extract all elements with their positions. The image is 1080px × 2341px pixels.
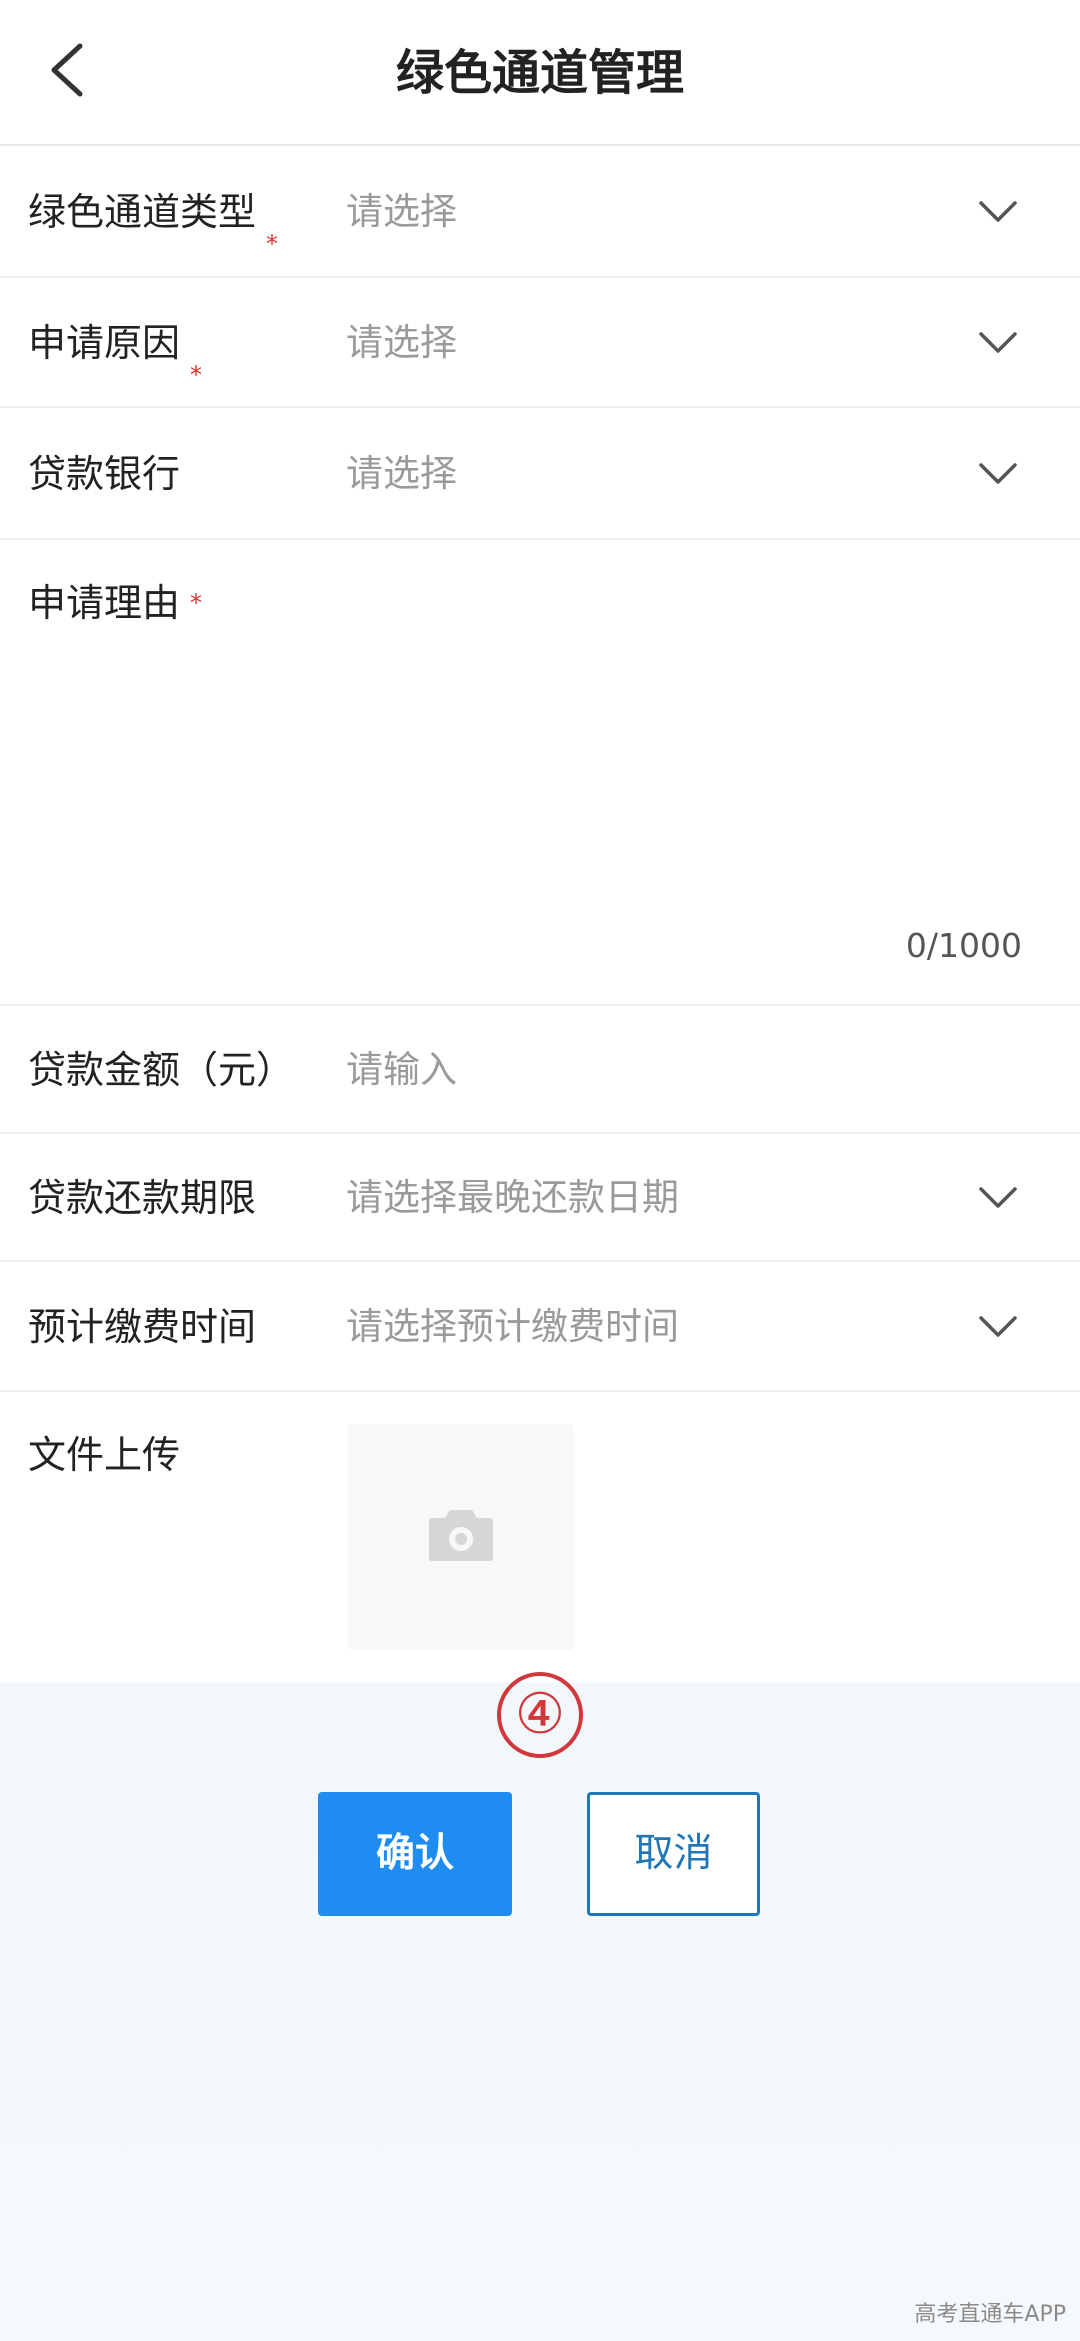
chevron-down-icon bbox=[979, 1316, 1017, 1337]
loan-amount-label: 贷款金额（元） bbox=[28, 1048, 295, 1092]
loan-bank-select[interactable]: 贷款银行 请选择 bbox=[0, 408, 1080, 540]
green-channel-type-select[interactable]: 绿色通道类型* 请选择 bbox=[0, 146, 1080, 278]
step-number-marker: ④ bbox=[497, 1672, 583, 1758]
cancel-button[interactable]: 取消 bbox=[587, 1792, 760, 1916]
payment-time-label: 预计缴费时间 bbox=[28, 1305, 257, 1349]
page-title: 绿色通道管理 bbox=[395, 45, 684, 101]
loan-bank-label: 贷款银行 bbox=[28, 452, 181, 496]
apply-cause-select[interactable]: 申请原因* 请选择 bbox=[0, 278, 1080, 408]
apply-reason-textarea[interactable]: 申请理由 * 0/1000 bbox=[0, 540, 1080, 1006]
required-mark: * bbox=[190, 589, 203, 617]
confirm-button[interactable]: 确认 bbox=[318, 1792, 512, 1916]
loan-amount-input[interactable]: 贷款金额（元） 请输入 bbox=[0, 1006, 1080, 1134]
camera-icon bbox=[429, 1510, 493, 1561]
repay-deadline-label: 贷款还款期限 bbox=[28, 1176, 257, 1220]
chevron-down-icon bbox=[979, 201, 1017, 222]
watermark: 高考直通车APP bbox=[914, 2302, 1066, 2327]
green-channel-page: 绿色通道管理 绿色通道类型* 请选择 申请原因* 请选择 贷款银行 请选择 申请… bbox=[0, 0, 1080, 2341]
apply-reason-label: 申请理由 * bbox=[28, 578, 202, 628]
loan-amount-placeholder: 请输入 bbox=[346, 1048, 457, 1091]
repay-deadline-select[interactable]: 贷款还款期限 请选择最晚还款日期 bbox=[0, 1134, 1080, 1262]
green-channel-type-placeholder: 请选择 bbox=[346, 190, 457, 233]
top-bar: 绿色通道管理 bbox=[0, 0, 1080, 146]
chevron-down-icon bbox=[979, 1187, 1017, 1208]
green-channel-type-label-text: 绿色通道类型 bbox=[28, 190, 257, 234]
upload-image-button[interactable] bbox=[348, 1424, 574, 1650]
apply-reason-label-text: 申请理由 bbox=[28, 581, 181, 625]
character-counter: 0/1000 bbox=[905, 926, 1022, 965]
apply-cause-label-text: 申请原因 bbox=[28, 321, 181, 365]
payment-time-select[interactable]: 预计缴费时间 请选择预计缴费时间 bbox=[0, 1262, 1080, 1392]
loan-bank-placeholder: 请选择 bbox=[346, 452, 457, 495]
apply-cause-placeholder: 请选择 bbox=[346, 321, 457, 364]
chevron-down-icon bbox=[979, 463, 1017, 484]
chevron-down-icon bbox=[979, 332, 1017, 353]
payment-time-placeholder: 请选择预计缴费时间 bbox=[346, 1305, 679, 1348]
file-upload-label: 文件上传 bbox=[28, 1433, 181, 1477]
repay-deadline-placeholder: 请选择最晚还款日期 bbox=[346, 1176, 679, 1219]
